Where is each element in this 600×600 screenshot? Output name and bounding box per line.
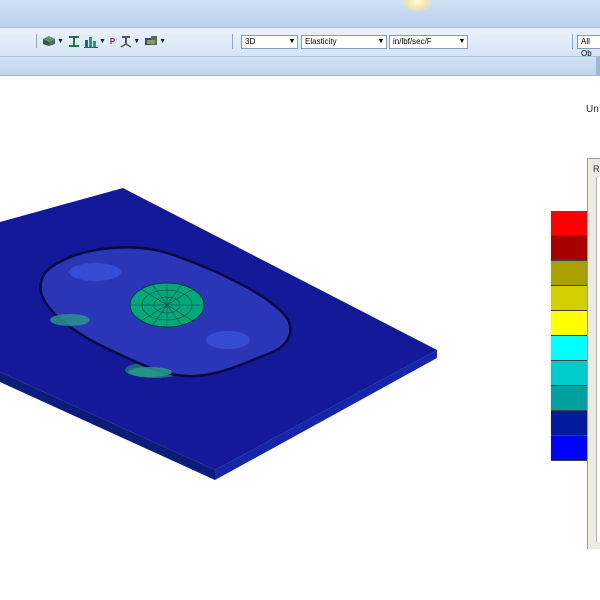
stress-region — [206, 331, 250, 349]
results-panel-content — [596, 177, 600, 542]
legend-swatch — [551, 436, 589, 461]
legend-swatch — [551, 261, 589, 286]
legend-swatch — [551, 286, 589, 311]
stress-region — [128, 367, 172, 377]
legend-swatch — [551, 361, 589, 386]
legend-swatch — [551, 411, 589, 436]
color-legend-bar — [551, 211, 589, 461]
legend-swatch — [551, 211, 589, 236]
legend-swatch — [551, 311, 589, 336]
legend-swatch — [551, 336, 589, 361]
stress-region — [69, 263, 121, 281]
fea-3d-model[interactable] — [0, 0, 600, 600]
stress-region — [50, 314, 90, 326]
results-panel-title: R — [593, 164, 600, 174]
results-panel: R — [587, 158, 600, 549]
legend-swatch — [551, 386, 589, 411]
legend-swatch — [551, 236, 589, 261]
